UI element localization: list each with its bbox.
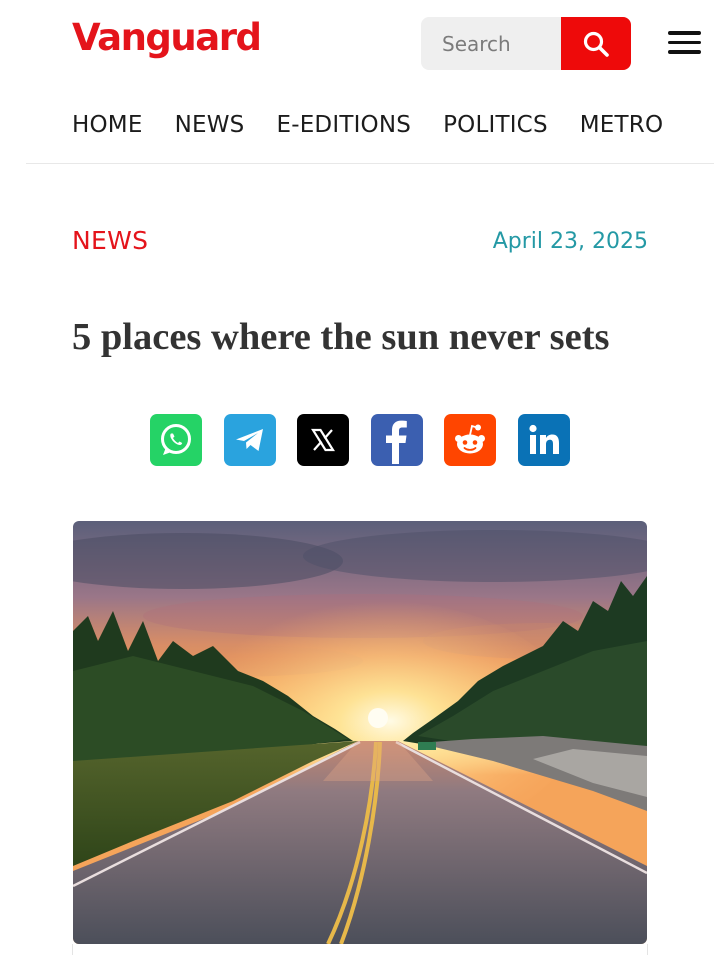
hamburger-menu-icon[interactable]	[668, 31, 702, 57]
search-input[interactable]	[421, 17, 561, 70]
facebook-icon	[385, 420, 407, 464]
article-date: April 23, 2025	[492, 229, 648, 254]
nav-item-e-editions[interactable]: E-EDITIONS	[276, 110, 411, 142]
share-whatsapp-button[interactable]	[150, 414, 202, 466]
whatsapp-icon	[161, 424, 191, 455]
linkedin-icon	[528, 424, 559, 454]
header-divider	[26, 163, 714, 164]
image-caption-frame	[72, 944, 648, 955]
x-icon	[311, 428, 335, 452]
nav-item-politics[interactable]: POLITICS	[443, 110, 548, 142]
share-linkedin-button[interactable]	[517, 414, 570, 466]
search-icon	[583, 31, 609, 57]
nav-item-metro[interactable]: METRO	[580, 110, 664, 142]
share-facebook-button[interactable]	[370, 414, 423, 466]
vanguard-logo[interactable]: Vanguard	[72, 16, 262, 59]
search-box	[421, 17, 631, 70]
article-title: 5 places where the sun never sets	[72, 316, 610, 358]
share-reddit-button[interactable]	[444, 414, 496, 466]
share-bar	[150, 414, 591, 466]
search-button[interactable]	[561, 17, 631, 70]
main-nav: HOME NEWS E-EDITIONS POLITICS METRO	[72, 110, 714, 142]
share-x-button[interactable]	[297, 414, 349, 466]
nav-item-home[interactable]: HOME	[72, 110, 143, 142]
article-hero-image	[73, 521, 647, 944]
nav-item-news[interactable]: NEWS	[175, 110, 245, 142]
share-telegram-button[interactable]	[223, 414, 276, 466]
article-category[interactable]: NEWS	[72, 226, 148, 256]
reddit-icon	[455, 424, 485, 454]
telegram-icon	[235, 429, 263, 451]
